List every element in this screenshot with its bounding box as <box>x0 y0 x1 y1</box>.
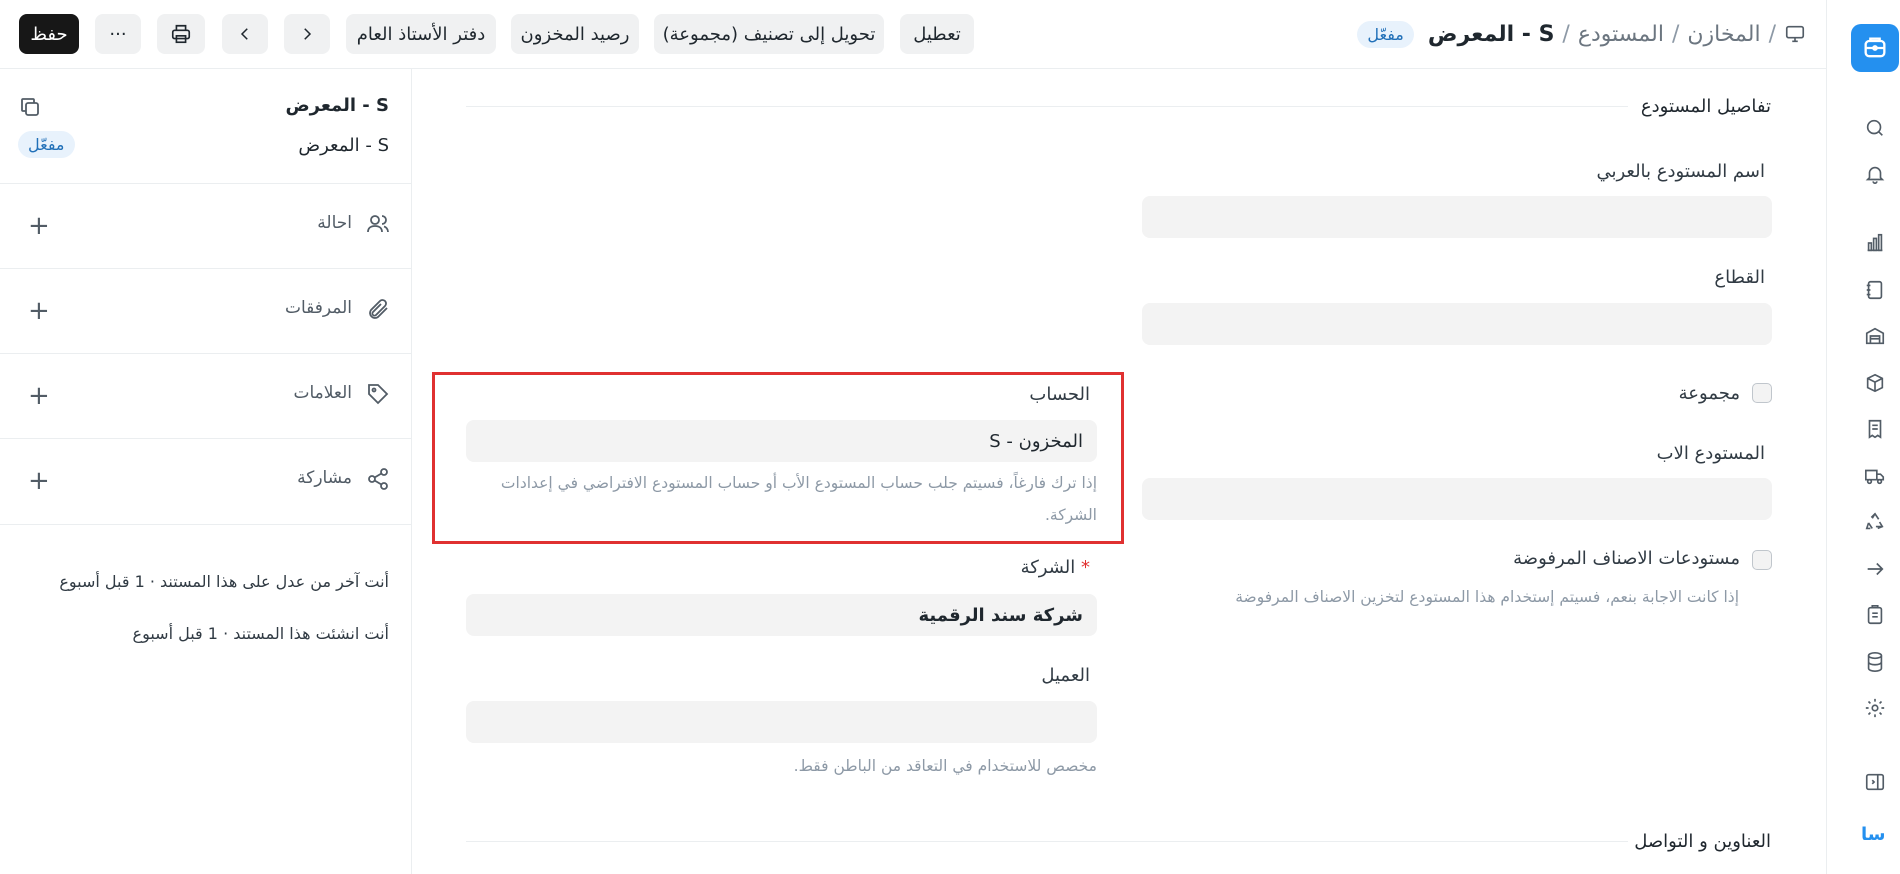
rejected-warehouses-help: إذا كانت الاجابة بنعم، فسيتم إستخدام هذا… <box>1235 588 1739 606</box>
account-input[interactable]: المخزون - S <box>466 420 1097 462</box>
tag-icon <box>366 382 390 406</box>
next-button[interactable] <box>284 14 330 54</box>
share-icon <box>366 467 390 491</box>
sidebar-subtitle: المعرض - S <box>298 135 389 156</box>
account-help: إذا ترك فارغاً، فسيتم جلب حساب المستودع … <box>500 474 1097 524</box>
sidebar-row-label: مشاركة <box>297 468 352 488</box>
package-icon[interactable] <box>1863 371 1887 395</box>
copy-icon[interactable] <box>18 95 42 119</box>
section-title-details: تفاصيل المستودع <box>1640 96 1771 117</box>
sidebar-status-badge: مفعّل <box>18 131 75 158</box>
parent-warehouse-label: المستودع الاب <box>1656 443 1765 464</box>
rejected-warehouses-checkbox[interactable] <box>1752 550 1772 570</box>
arrow-right-icon[interactable] <box>1863 557 1887 581</box>
document-sidebar: المعرض - S المعرض - S مفعّل احالة + المر… <box>0 69 412 874</box>
breadcrumb-item-stores[interactable]: المخازن <box>1687 22 1760 47</box>
add-assign-button[interactable]: + <box>28 213 50 239</box>
add-share-button[interactable]: + <box>28 468 50 494</box>
rejected-warehouses-label: مستودعات الاصناف المرفوضة <box>1513 548 1740 569</box>
more-button[interactable]: ··· <box>95 14 141 54</box>
truck-icon[interactable] <box>1863 464 1887 488</box>
save-button[interactable]: حفظ <box>19 14 79 54</box>
notebook-icon[interactable] <box>1863 278 1887 302</box>
required-mark: * <box>1081 557 1090 578</box>
customer-label: العميل <box>1041 665 1090 686</box>
sidebar-row-label: المرفقات <box>284 298 352 318</box>
bell-icon[interactable] <box>1863 162 1887 186</box>
breadcrumb-separator: / <box>1768 21 1776 47</box>
sidebar-row-label: العلامات <box>293 383 352 403</box>
clipboard-icon[interactable] <box>1863 603 1887 627</box>
page-title: المعرض - S <box>1427 21 1555 47</box>
paperclip-icon <box>366 297 390 321</box>
recycle-icon[interactable] <box>1863 510 1887 534</box>
user-avatar[interactable]: سا <box>1861 824 1885 845</box>
users-icon <box>366 212 390 236</box>
receipt-icon[interactable] <box>1863 417 1887 441</box>
parent-warehouse-input[interactable] <box>1142 478 1772 520</box>
database-icon[interactable] <box>1863 650 1887 674</box>
warehouse-name-ar-input[interactable] <box>1142 196 1772 238</box>
section-title-addresses: العناوين و التواصل <box>1634 831 1771 852</box>
monitor-icon[interactable] <box>1784 23 1806 45</box>
breadcrumb: / المخازن / المستودع / المعرض - S مفعّل <box>1357 18 1806 50</box>
customer-help: مخصص للاستخدام في التعاقد من الباطن فقط. <box>793 757 1097 775</box>
activity-modified: أنت آخر من عدل على هذا المستند · 1 قبل أ… <box>59 572 389 591</box>
divider <box>0 524 412 525</box>
sidebar-row-attachments[interactable]: المرفقات + <box>0 268 412 353</box>
chevron-right-icon <box>304 28 312 40</box>
sidebar-row-tags[interactable]: العلامات + <box>0 353 412 438</box>
sidebar-toggle-icon[interactable] <box>1863 770 1887 794</box>
sidebar-row-assign[interactable]: احالة + <box>0 183 412 268</box>
previous-button[interactable] <box>222 14 268 54</box>
stock-balance-button[interactable]: رصيد المخزون <box>511 14 639 54</box>
disable-button[interactable]: تعطيل <box>900 14 974 54</box>
activity-created: أنت انشئت هذا المستند · 1 قبل أسبوع <box>132 624 389 643</box>
chart-icon[interactable] <box>1863 231 1887 255</box>
breadcrumb-separator: / <box>1671 21 1680 47</box>
icon-rail: سا <box>1826 0 1900 874</box>
status-badge: مفعّل <box>1357 20 1414 48</box>
sector-input[interactable] <box>1142 303 1772 345</box>
breadcrumb-separator: / <box>1562 21 1570 47</box>
sidebar-row-label: احالة <box>317 213 352 233</box>
sidebar-row-share[interactable]: مشاركة + <box>0 438 412 523</box>
breadcrumb-item-warehouse[interactable]: المستودع <box>1578 22 1664 47</box>
company-label-text: الشركة <box>1020 557 1076 578</box>
is-group-checkbox[interactable] <box>1752 383 1772 403</box>
section-divider <box>466 106 1628 107</box>
add-tag-button[interactable]: + <box>28 383 50 409</box>
chevron-left-icon <box>240 28 248 40</box>
account-label: الحساب <box>1029 384 1090 405</box>
gear-icon[interactable] <box>1863 696 1887 720</box>
general-ledger-button[interactable]: دفتر الأستاذ العام <box>346 14 496 54</box>
warehouse-icon[interactable] <box>1863 324 1887 348</box>
sidebar-title: المعرض - S <box>285 95 389 116</box>
add-attachment-button[interactable]: + <box>28 298 50 324</box>
app-logo-icon[interactable] <box>1851 24 1899 72</box>
print-button[interactable] <box>157 14 205 54</box>
section-divider <box>466 841 1628 842</box>
convert-to-group-button[interactable]: تحويل إلى تصنيف (مجموعة) <box>654 14 884 54</box>
company-input[interactable]: شركة سند الرقمية <box>466 594 1097 636</box>
customer-input[interactable] <box>466 701 1097 743</box>
search-icon[interactable] <box>1863 116 1887 140</box>
top-bar: / المخازن / المستودع / المعرض - S مفعّل … <box>0 0 1826 69</box>
is-group-label: مجموعة <box>1678 383 1740 404</box>
warehouse-name-ar-label: اسم المستودع بالعربي <box>1596 161 1765 182</box>
sector-label: القطاع <box>1714 267 1765 288</box>
printer-icon <box>171 24 191 44</box>
company-label: الشركة * <box>1021 557 1090 578</box>
